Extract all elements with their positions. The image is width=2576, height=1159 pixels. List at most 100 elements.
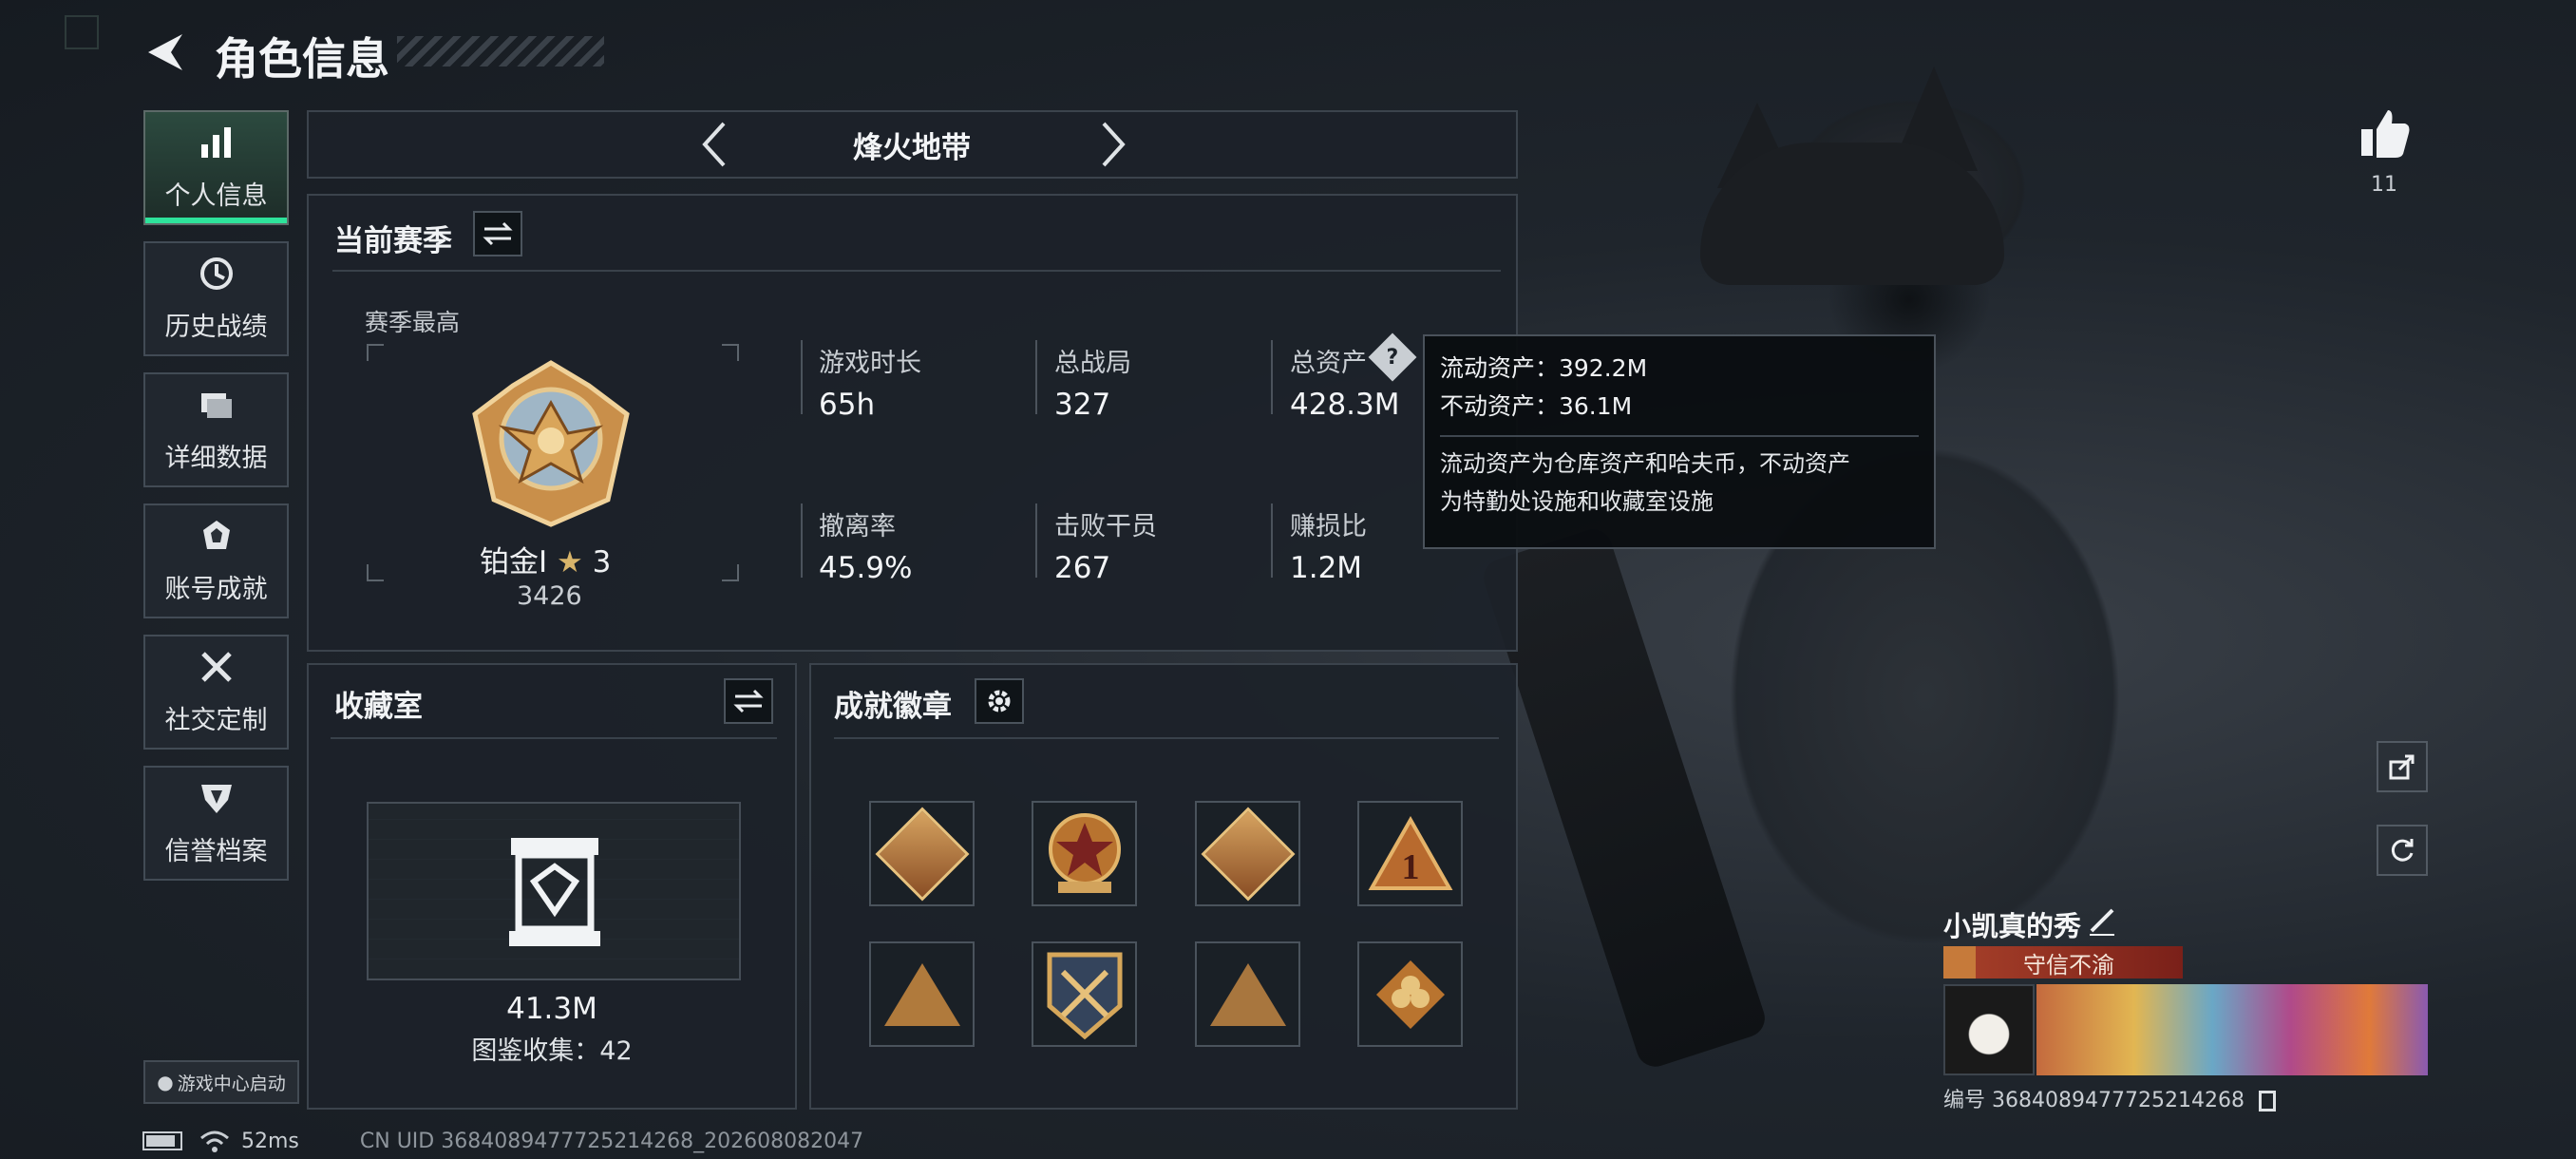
game-center-label: 游戏中心启动 xyxy=(177,1073,286,1094)
nav-detailed-data[interactable]: 详细数据 xyxy=(143,372,289,487)
mode-title: 烽火地带 xyxy=(853,131,971,165)
back-button[interactable] xyxy=(142,28,190,76)
collection-catalog: 图鉴收集：42 xyxy=(471,1036,633,1066)
bar-chart-icon xyxy=(200,127,231,158)
nav-achievements[interactable]: 账号成就 xyxy=(143,504,289,618)
nav-personal-info[interactable]: 个人信息 xyxy=(143,110,289,225)
chevron-right-icon xyxy=(1102,122,1126,167)
climber-badge[interactable] xyxy=(1195,941,1300,1047)
nav-label: 详细数据 xyxy=(164,444,268,473)
collection-title: 收藏室 xyxy=(334,690,423,724)
stat-label-extraction-rate: 撤离率 xyxy=(819,512,896,542)
stat-label-kills: 击败干员 xyxy=(1054,512,1157,542)
nav-history[interactable]: 历史战绩 xyxy=(143,241,289,356)
bell-icon: ● xyxy=(157,1071,174,1093)
pencil-icon xyxy=(2090,908,2114,936)
tooltip-liquid: 流动资产：392.2M xyxy=(1440,354,1648,382)
stat-label-profit-ratio: 赚损比 xyxy=(1290,512,1367,542)
number-one-badge[interactable]: 1 xyxy=(1357,801,1463,906)
share-button[interactable] xyxy=(2377,741,2428,792)
nav-label: 信誉档案 xyxy=(164,837,268,866)
frame-corner xyxy=(722,564,739,581)
share-icon xyxy=(2389,754,2415,780)
achievements-settings-button[interactable] xyxy=(975,678,1024,724)
game-center-button[interactable]: ● 游戏中心启动 xyxy=(143,1060,299,1104)
achievements-title: 成就徽章 xyxy=(834,690,952,724)
divider xyxy=(331,737,777,739)
star-shield-badge[interactable] xyxy=(1032,801,1137,906)
runner-badge[interactable] xyxy=(1195,801,1300,906)
battery-icon xyxy=(142,1131,182,1150)
tooltip-divider xyxy=(1440,435,1919,437)
nav-reputation[interactable]: 信誉档案 xyxy=(143,766,289,881)
title-emblem-icon xyxy=(1943,946,1976,978)
stat-value-profit-ratio: 1.2M xyxy=(1290,551,1363,585)
like-button[interactable] xyxy=(2356,104,2413,162)
dragon-badge[interactable] xyxy=(869,801,975,906)
swap-arrows-icon xyxy=(733,689,764,713)
edit-name-button[interactable] xyxy=(2086,904,2118,937)
stat-label-playtime: 游戏时长 xyxy=(819,349,921,378)
nav-social-custom[interactable]: 社交定制 xyxy=(143,635,289,750)
mode-next-button[interactable] xyxy=(1094,118,1132,171)
hat xyxy=(1700,142,2004,285)
vault-icon xyxy=(509,838,600,946)
title-stripes xyxy=(397,36,604,66)
stat-divider xyxy=(1271,504,1273,578)
season-best-label: 赛季最高 xyxy=(365,309,461,336)
refresh-icon xyxy=(2391,839,2414,862)
stat-divider xyxy=(1271,340,1273,414)
achievement-icon xyxy=(202,521,230,549)
nav-label: 社交定制 xyxy=(164,706,268,735)
player-title-banner: 守信不渝 xyxy=(1943,946,2183,978)
mountain-badge[interactable] xyxy=(869,941,975,1047)
profile-banner xyxy=(2036,984,2428,1075)
uid-text: CN UID 3684089477725214268_20260808204​7 xyxy=(359,1129,864,1153)
history-icon xyxy=(199,257,233,290)
season-title: 当前赛季 xyxy=(334,224,452,258)
refresh-button[interactable] xyxy=(2377,825,2428,876)
nav-label: 历史战绩 xyxy=(164,313,268,342)
stat-value-kills: 267 xyxy=(1054,551,1111,585)
star-shield-icon xyxy=(1048,812,1121,893)
reputation-icon xyxy=(200,785,232,813)
stat-divider xyxy=(801,340,803,414)
stat-value-extraction-rate: 45.9% xyxy=(819,551,913,585)
rank-stars: 3 xyxy=(592,545,612,580)
player-title-text: 守信不渝 xyxy=(2023,951,2114,978)
player-name: 小凯真的秀 xyxy=(1943,910,2082,942)
back-arrow-icon xyxy=(148,34,182,70)
like-count: 11 xyxy=(2371,173,2397,197)
status-bar: 52ms CN UID 3684089477725214268_20260808… xyxy=(142,1127,863,1155)
mode-prev-button[interactable] xyxy=(695,118,733,171)
avatar[interactable] xyxy=(1943,984,2035,1075)
number-one-icon: 1 xyxy=(1368,815,1452,890)
tools-icon xyxy=(200,652,232,682)
ping-text: 52ms xyxy=(241,1129,299,1153)
swap-arrows-icon xyxy=(483,221,513,246)
crossed-swords-badge[interactable] xyxy=(1032,941,1137,1047)
question-icon: ? xyxy=(1386,345,1399,370)
nav-label: 账号成就 xyxy=(164,575,268,604)
collection-preview[interactable] xyxy=(367,802,741,980)
stat-value-total-matches: 327 xyxy=(1054,388,1111,422)
thumbs-up-icon xyxy=(2361,110,2410,158)
stat-value-playtime: 65h xyxy=(819,388,876,422)
stat-divider xyxy=(801,504,803,578)
assets-tooltip: 流动资产：392.2M 不动资产：36.1M 流动资产为仓库资产和哈夫币，不动资… xyxy=(1423,334,1936,549)
gear-icon xyxy=(988,690,1011,712)
tooltip-fixed: 不动资产：36.1M xyxy=(1440,392,1633,420)
rank-emblem xyxy=(465,357,636,528)
divider xyxy=(332,270,1501,272)
rank-name: 铂金Ⅰ ★ 3 xyxy=(480,538,611,580)
collection-switch-button[interactable] xyxy=(724,678,773,724)
season-switch-button[interactable] xyxy=(473,211,522,256)
flower-badge[interactable] xyxy=(1357,941,1463,1047)
frame-corner xyxy=(367,344,384,361)
stat-label-total-matches: 总战局 xyxy=(1054,349,1131,378)
frame-corner xyxy=(367,564,384,581)
collection-value: 41.3M xyxy=(506,992,597,1026)
page-title: 角色信息 xyxy=(215,33,389,85)
tooltip-desc-1: 流动资产为仓库资产和哈夫币，不动资产 xyxy=(1440,450,1850,477)
copy-icon[interactable] xyxy=(2258,1091,2276,1112)
